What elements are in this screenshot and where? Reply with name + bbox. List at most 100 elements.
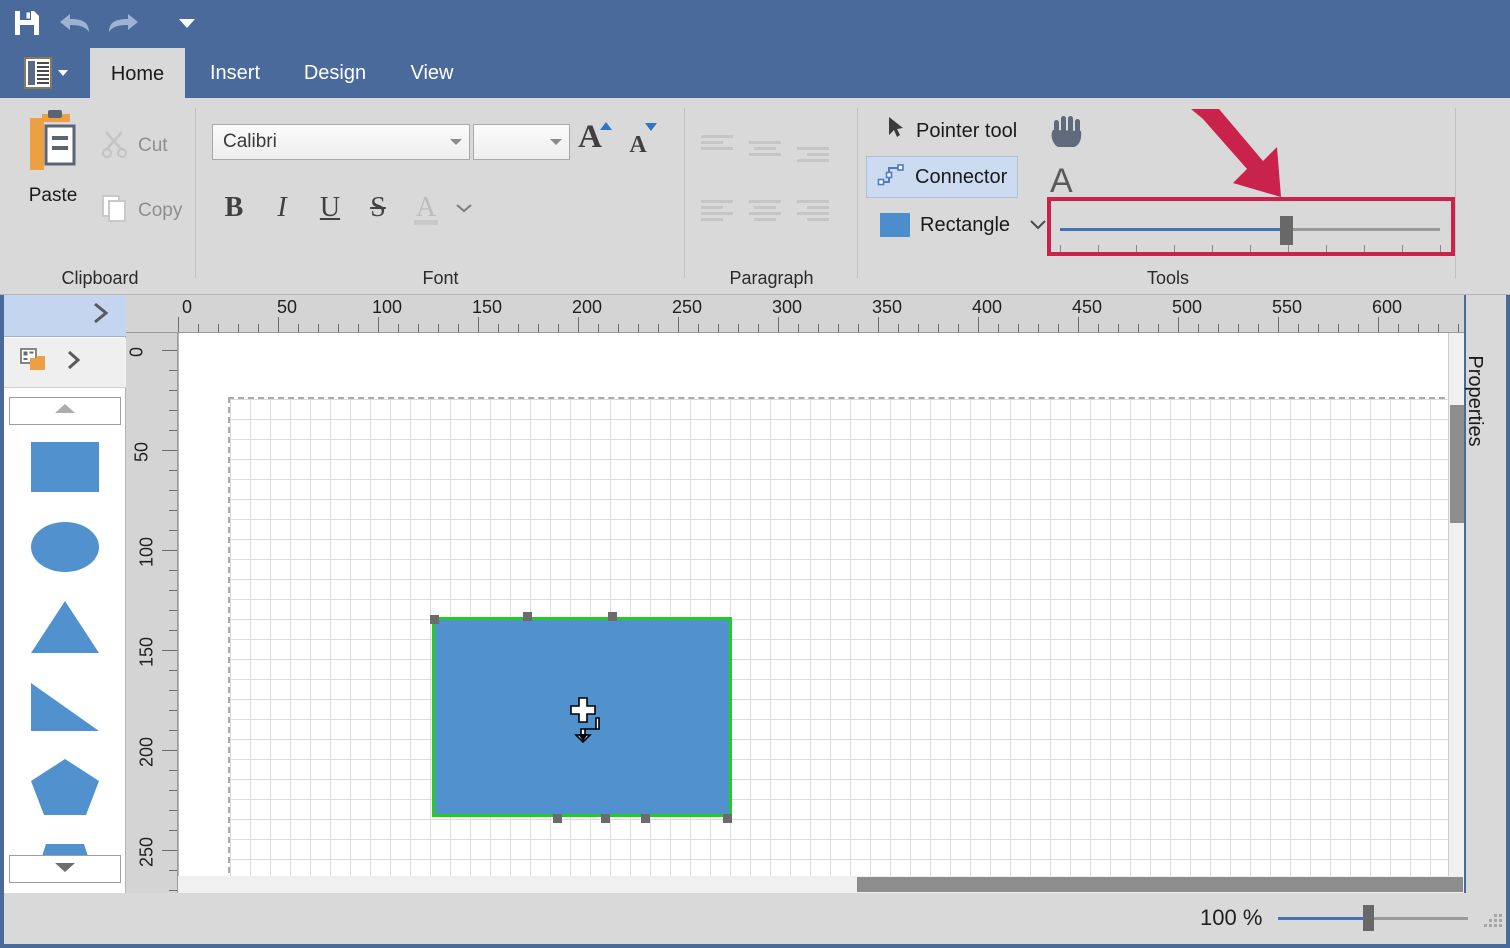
ruler-label: 200 xyxy=(571,297,603,317)
ruler-tick xyxy=(162,850,177,851)
document-menu-icon[interactable] xyxy=(8,48,82,98)
tab-design-label: Design xyxy=(303,61,367,84)
chevron-down-icon[interactable] xyxy=(543,125,569,159)
align-top-center-button[interactable] xyxy=(749,130,795,166)
pointer-tool-button[interactable]: Pointer tool xyxy=(880,114,1023,148)
chevron-down-icon[interactable] xyxy=(448,192,480,224)
ruler-tick xyxy=(1318,324,1319,332)
right-triangle-shape[interactable] xyxy=(4,667,126,747)
paste-button[interactable]: Paste xyxy=(16,108,90,218)
rectangle-tool-button[interactable]: Rectangle xyxy=(880,208,1048,242)
ruler-tick xyxy=(918,324,919,332)
underline-label: U xyxy=(319,192,341,223)
clipboard-paste-icon xyxy=(24,108,82,181)
tools-slider-ticks xyxy=(1060,245,1441,254)
canvas-vertical-scrollbar[interactable] xyxy=(1448,333,1464,876)
chevron-down-icon[interactable] xyxy=(172,12,202,34)
ellipse-shape[interactable] xyxy=(4,507,126,587)
horizontal-scrollbar-thumb[interactable] xyxy=(857,877,1463,892)
vertical-scrollbar-thumb[interactable] xyxy=(1450,405,1464,523)
bold-button[interactable]: B xyxy=(212,186,256,230)
tab-design[interactable]: Design xyxy=(285,46,385,100)
ruler-label: 450 xyxy=(1071,297,1103,317)
tools-slider-thumb[interactable] xyxy=(1280,216,1293,245)
canvas-horizontal-scrollbar[interactable] xyxy=(178,876,1464,893)
ruler-tick xyxy=(958,324,959,332)
ruler-tick xyxy=(858,324,859,332)
redo-arrow-icon[interactable] xyxy=(104,8,142,38)
ruler-tick xyxy=(698,324,699,332)
shapes-scroll-down-button[interactable] xyxy=(9,855,121,883)
page-area[interactable] xyxy=(228,397,1464,893)
shapes-list xyxy=(4,427,126,857)
ruler-tick xyxy=(258,324,259,332)
ruler-tick xyxy=(298,324,299,332)
tools-slider[interactable] xyxy=(1048,203,1452,259)
ruler-tick xyxy=(738,324,739,332)
cut-button[interactable]: Cut xyxy=(100,128,168,164)
shapes-scroll-up-button[interactable] xyxy=(9,397,121,425)
chevron-right-icon xyxy=(64,348,84,377)
ruler-tick xyxy=(878,317,879,332)
copy-button[interactable]: Copy xyxy=(100,193,182,229)
ruler-tick xyxy=(818,324,819,332)
title-bar xyxy=(0,0,1510,46)
align-top-left-button[interactable] xyxy=(701,124,747,160)
italic-label: I xyxy=(277,192,287,223)
shapes-panel xyxy=(4,295,126,893)
triangle-shape[interactable] xyxy=(4,587,126,667)
drawing-canvas[interactable] xyxy=(178,333,1464,893)
ruler-tick xyxy=(478,317,479,332)
increase-font-size-icon[interactable]: A xyxy=(574,120,616,164)
ruler-tick xyxy=(169,770,177,771)
paragraph-group-title: Paragraph xyxy=(729,268,814,288)
chevron-down-icon[interactable] xyxy=(1028,214,1048,237)
ruler-tick xyxy=(718,324,719,332)
font-color-button[interactable]: A xyxy=(404,186,448,230)
align-bottom-right-button[interactable] xyxy=(797,192,843,228)
font-name-combobox[interactable]: Calibri xyxy=(212,124,470,160)
tools-slider-tick xyxy=(1060,245,1061,253)
tools-slider-tick xyxy=(1364,245,1365,253)
align-bottom-center-button[interactable] xyxy=(749,192,795,228)
text-tool-icon[interactable]: A xyxy=(1050,160,1090,202)
decrease-font-size-icon[interactable]: A xyxy=(622,120,664,164)
tab-view[interactable]: View xyxy=(393,46,471,100)
shapes-panel-expand-button[interactable] xyxy=(4,295,126,337)
chevron-down-icon[interactable] xyxy=(443,125,469,159)
ruler-tick xyxy=(169,430,177,431)
strikethrough-button[interactable]: S xyxy=(356,186,400,230)
trapezoid-shape[interactable] xyxy=(4,827,126,857)
rectangle-shape[interactable] xyxy=(4,427,126,507)
vertical-ruler[interactable]: 0 50 100 150 200 250 xyxy=(126,333,178,893)
align-bottom-left-button[interactable] xyxy=(701,192,747,228)
resize-grip-icon[interactable] xyxy=(1481,911,1502,931)
ruler-tick xyxy=(1198,324,1199,332)
zoom-slider-thumb[interactable] xyxy=(1363,905,1374,931)
font-size-combobox[interactable] xyxy=(473,124,570,160)
italic-button[interactable]: I xyxy=(260,186,304,230)
undo-arrow-icon[interactable] xyxy=(56,8,94,38)
tab-insert[interactable]: Insert xyxy=(193,46,277,100)
underline-button[interactable]: U xyxy=(308,186,352,230)
ruler-tick xyxy=(169,630,177,631)
handle-top-mid1 xyxy=(523,612,532,621)
zoom-slider[interactable] xyxy=(1278,895,1468,941)
pentagon-shape[interactable] xyxy=(4,747,126,827)
ribbon-tab-strip: Home Insert Design View xyxy=(0,46,1510,100)
pan-hand-icon[interactable] xyxy=(1048,112,1092,152)
connector-tool-button[interactable]: Connector xyxy=(866,156,1018,198)
properties-side-tab[interactable]: Properties xyxy=(1464,295,1506,893)
ruler-tick xyxy=(358,324,359,332)
grip-dot xyxy=(1489,924,1492,927)
tools-slider-tick xyxy=(1326,245,1327,253)
horizontal-ruler[interactable]: 0 50 100 150 200 250 300 350 400 450 500 550 600 xyxy=(126,295,1464,333)
ruler-tick xyxy=(318,324,319,332)
ruler-tick xyxy=(169,470,177,471)
tab-home[interactable]: Home xyxy=(90,48,185,100)
align-top-right-button[interactable] xyxy=(797,136,843,172)
save-icon[interactable] xyxy=(10,6,44,40)
shape-library-row[interactable] xyxy=(4,338,126,388)
ruler-tick xyxy=(278,317,279,332)
tools-slider-tick xyxy=(1212,245,1213,253)
